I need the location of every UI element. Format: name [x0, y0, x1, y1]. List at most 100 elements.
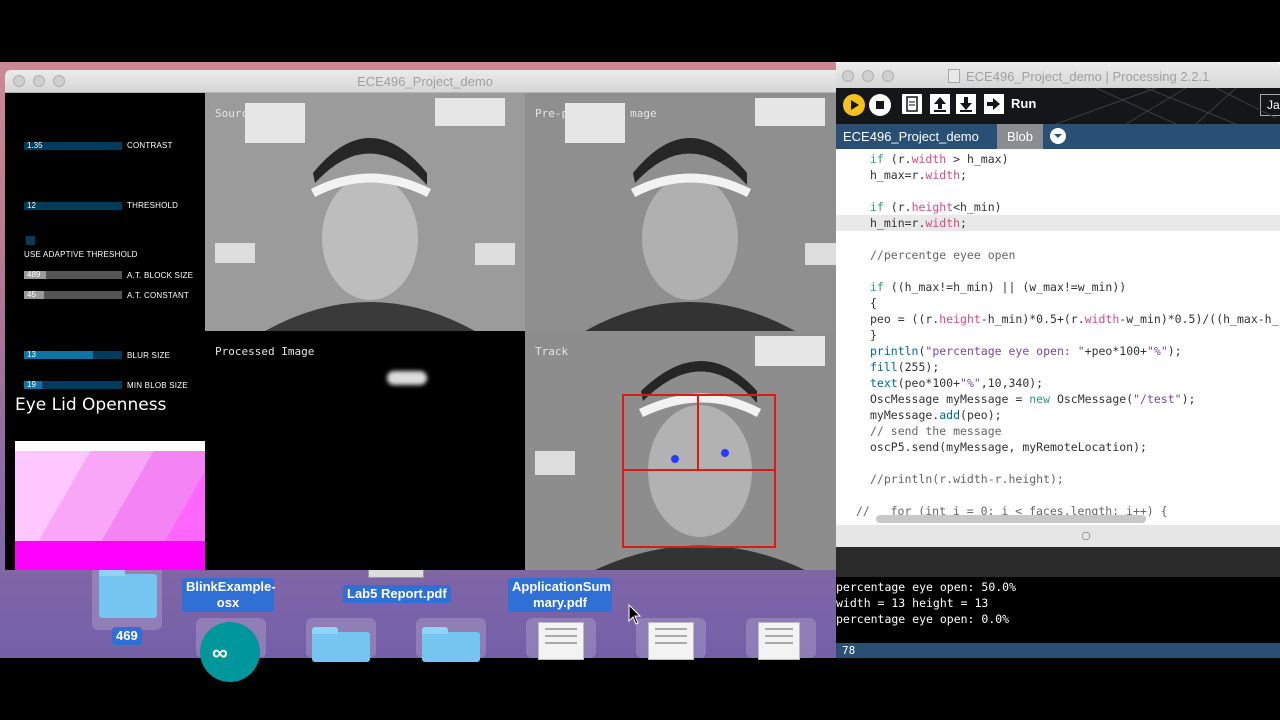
processed-label: Processed Image: [215, 345, 315, 358]
control-panel: 1.35 CONTRAST 12 THRESHOLD USE ADAPTIVE …: [5, 93, 215, 570]
app-window-title: ECE496_Project_demo: [357, 74, 493, 89]
at-constant-slider[interactable]: 45: [24, 290, 122, 299]
meter-gradient: [15, 451, 215, 541]
code-line: }: [870, 328, 877, 342]
stop-button[interactable]: [869, 94, 891, 116]
tab-blob[interactable]: Blob: [997, 124, 1043, 149]
horizontal-scrollbar[interactable]: [876, 515, 1146, 523]
min-blob-size-label: MIN BLOB SIZE: [127, 381, 188, 390]
eye-lid-openness-meter: [15, 441, 215, 570]
desktop-label-applicationsummary[interactable]: ApplicationSum mary.pdf: [508, 578, 612, 612]
slider-value: 45: [27, 290, 36, 299]
folder-icon[interactable]: [312, 627, 370, 662]
code-line: oscP5.send(myMessage, myRemoteLocation);: [870, 440, 1147, 454]
code-line: OscMessage myMessage = new OscMessage("/…: [870, 392, 1196, 406]
open-button[interactable]: [930, 94, 950, 114]
label-line-2: osx: [216, 595, 240, 610]
console-line: percentage eye open: 50.0%: [836, 580, 1017, 594]
code-line: // send the message: [870, 424, 1002, 438]
code-line: fill(255);: [870, 360, 940, 374]
document-icon[interactable]: [648, 622, 694, 660]
slider-value: 19: [27, 380, 36, 389]
run-button[interactable]: [843, 94, 865, 116]
preprocessed-label: Pre-p mage: [535, 107, 657, 120]
new-button[interactable]: [902, 94, 922, 114]
document-proxy-icon: [948, 69, 960, 83]
console[interactable]: percentage eye open: 50.0% width = 13 he…: [836, 577, 1280, 643]
close-button[interactable]: [842, 70, 854, 82]
blur-size-slider[interactable]: 13: [24, 350, 122, 359]
processed-image-view: Processed Image: [205, 331, 525, 570]
code-line: //percentge eyee open: [870, 248, 1016, 262]
line-number-bar: 78: [836, 643, 1280, 658]
desktop-label-469[interactable]: 469: [112, 627, 142, 645]
code-line: myMessage.add(peo);: [870, 408, 1002, 422]
code-line: h_min=r.width;: [870, 216, 967, 230]
minimize-button[interactable]: [862, 70, 874, 82]
export-button[interactable]: [984, 94, 1004, 114]
play-icon: [851, 100, 859, 110]
tracked-label: Track: [535, 345, 569, 358]
tab-blob-label: Blob: [1007, 129, 1034, 144]
label-line-1: ApplicationSum: [512, 579, 611, 594]
code-line: if ((h_max!=h_min) || (w_max!=w_min)): [870, 280, 1127, 294]
arrow-right-icon: [987, 98, 1000, 110]
label-line-1: BlinkExample-: [186, 579, 276, 594]
app-titlebar: ECE496_Project_demo: [5, 70, 845, 93]
slider-value: 1.35: [27, 141, 43, 150]
slider-value: 13: [27, 350, 36, 359]
code-line: if (r.width > h_max): [870, 152, 1009, 166]
adaptive-threshold-checkbox[interactable]: [26, 236, 35, 245]
save-button[interactable]: [956, 94, 976, 114]
document-icon[interactable]: [758, 622, 800, 660]
code-line: h_max=r.width;: [870, 168, 967, 182]
document-icon[interactable]: [538, 622, 584, 660]
run-label: Run: [1011, 96, 1037, 111]
code-line: peo = ((r.height-h_min)*0.5+(r.width-w_m…: [870, 312, 1279, 326]
code-line: text(peo*100+"%",10,340);: [870, 376, 1044, 390]
threshold-label: THRESHOLD: [127, 201, 179, 210]
infinity-icon: ∞: [212, 640, 228, 665]
arduino-app-icon[interactable]: ∞: [200, 622, 260, 682]
processing-ide-window: ECE496_Project_demo | Processing 2.2.1 R…: [836, 62, 1280, 658]
adaptive-threshold-label: USE ADAPTIVE THRESHOLD: [24, 250, 138, 259]
preprocessed-label-head: Pre-p: [535, 107, 569, 120]
tracked-camera-view: Track: [525, 331, 845, 570]
tab-bar: ECE496_Project_demo Blob: [836, 124, 1280, 149]
folder-icon[interactable]: [422, 627, 480, 662]
desktop-label-lab5[interactable]: Lab5 Report.pdf: [343, 585, 451, 603]
line-number: 78: [842, 644, 856, 657]
block-size-label: A.T. BLOCK SIZE: [127, 271, 194, 280]
code-line: {: [870, 296, 877, 310]
slider-value: 12: [27, 201, 36, 210]
chevron-down-icon: [1054, 134, 1062, 138]
message-area: [836, 547, 1280, 577]
contrast-slider[interactable]: 1.35: [24, 141, 122, 150]
editor-status-divider[interactable]: [836, 525, 1280, 547]
ide-window-title: ECE496_Project_demo | Processing 2.2.1: [966, 69, 1210, 84]
slider-value: 489: [27, 270, 41, 279]
preprocessed-camera-view: Pre-p mage: [525, 93, 845, 331]
zoom-button[interactable]: [882, 70, 894, 82]
source-camera-view: Source: [205, 93, 525, 331]
code-editor[interactable]: if (r.width > h_max) h_max=r.width; if (…: [836, 149, 1280, 525]
threshold-slider[interactable]: 12: [24, 201, 122, 210]
folder-icon[interactable]: [99, 569, 157, 618]
face-image: [205, 93, 525, 331]
console-line: percentage eye open: 0.0%: [836, 612, 1010, 626]
meter-fill: [15, 541, 215, 570]
console-line: width = 13 height = 13: [836, 596, 989, 610]
at-constant-label: A.T. CONSTANT: [127, 291, 190, 300]
code-line: println("percentage eye open: "+peo*100+…: [870, 344, 1182, 358]
block-size-slider[interactable]: 489: [24, 270, 122, 279]
tab-menu-button[interactable]: [1050, 128, 1066, 144]
label-line-2: mary.pdf: [533, 595, 587, 610]
new-file-icon: [906, 96, 918, 112]
toolbar-decoration: [1055, 88, 1277, 124]
drag-handle-icon: [1082, 532, 1090, 540]
desktop-label-blinkexample[interactable]: BlinkExample- osx: [182, 578, 276, 612]
blur-size-label: BLUR SIZE: [127, 351, 171, 360]
tab-ece496-project-demo[interactable]: ECE496_Project_demo: [843, 129, 979, 144]
source-label: Source: [215, 107, 255, 120]
min-blob-size-slider[interactable]: 19: [24, 380, 122, 389]
